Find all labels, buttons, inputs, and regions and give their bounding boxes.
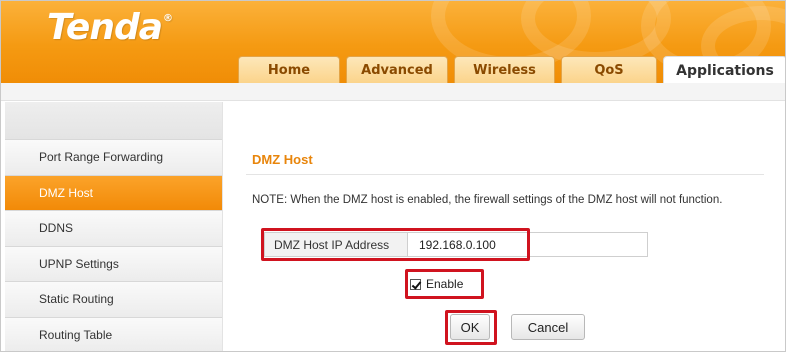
title-divider — [246, 174, 764, 175]
sidebar-header — [5, 102, 222, 140]
sidebar-item-static-routing[interactable]: Static Routing — [5, 282, 222, 318]
enable-option: Enable — [410, 277, 463, 291]
tab-wireless[interactable]: Wireless — [454, 56, 555, 83]
ok-button[interactable]: OK — [450, 314, 490, 340]
enable-label: Enable — [426, 277, 464, 291]
dmz-ip-label: DMZ Host IP Address — [265, 233, 408, 256]
enable-checkbox[interactable] — [410, 278, 421, 290]
tab-advanced[interactable]: Advanced — [346, 56, 448, 83]
sidebar-item-upnp-settings[interactable]: UPNP Settings — [5, 246, 222, 282]
sidebar-item-port-range-forwarding[interactable]: Port Range Forwarding — [5, 140, 222, 176]
dmz-ip-input[interactable] — [408, 233, 578, 256]
tab-qos[interactable]: QoS — [561, 56, 657, 83]
sidebar-item-ddns[interactable]: DDNS — [5, 211, 222, 247]
main-content: DMZ Host NOTE: When the DMZ host is enab… — [234, 102, 785, 351]
sidebar-item-dmz-host[interactable]: DMZ Host — [5, 175, 222, 211]
tenda-logo: Tenda® — [47, 7, 173, 48]
sidebar-item-routing-table[interactable]: Routing Table — [5, 317, 222, 351]
sidebar: Port Range Forwarding DMZ Host DDNS UPNP… — [5, 102, 223, 351]
main-tabs: Home Advanced Wireless QoS Applications — [238, 56, 785, 83]
router-admin-window: Tenda® Home Advanced Wireless QoS Applic… — [0, 0, 786, 352]
header-banner: Tenda® Home Advanced Wireless QoS Applic… — [1, 1, 785, 83]
page-title: DMZ Host — [252, 152, 313, 167]
tab-home[interactable]: Home — [238, 56, 340, 83]
cancel-button[interactable]: Cancel — [511, 314, 585, 340]
dmz-ip-field-row: DMZ Host IP Address — [264, 232, 648, 257]
dmz-note: NOTE: When the DMZ host is enabled, the … — [252, 194, 723, 206]
tab-applications[interactable]: Applications — [663, 56, 785, 83]
sub-header-band — [1, 83, 785, 101]
